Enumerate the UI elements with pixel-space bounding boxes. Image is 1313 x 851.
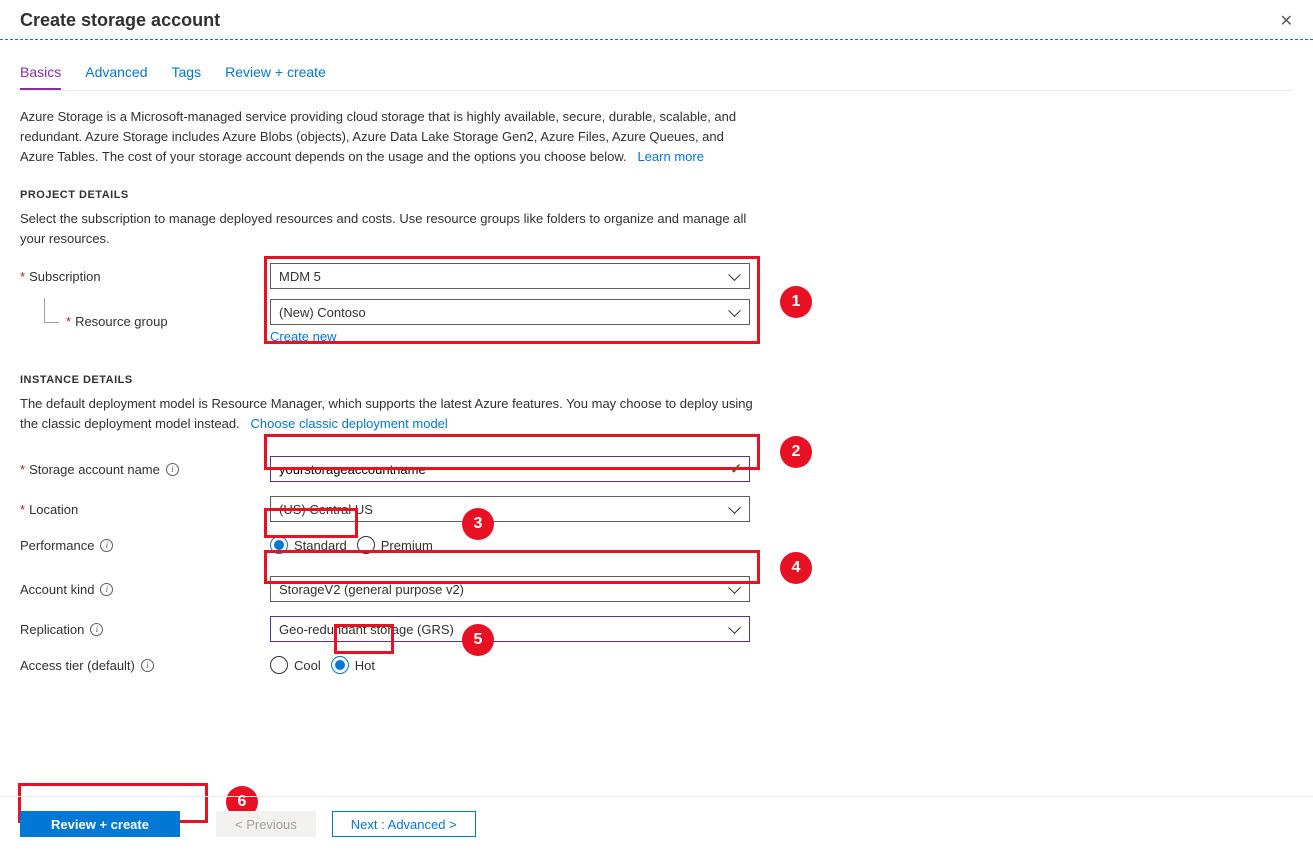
info-icon[interactable]: i (100, 539, 113, 552)
access-tier-label: Access tier (default) i (20, 658, 270, 673)
radio-selected-icon (331, 656, 349, 674)
info-icon[interactable]: i (100, 583, 113, 596)
project-details-desc: Select the subscription to manage deploy… (20, 209, 760, 249)
storage-name-input[interactable] (270, 456, 750, 482)
previous-button: < Previous (216, 811, 316, 837)
performance-label: Performance i (20, 538, 270, 553)
radio-selected-icon (270, 536, 288, 554)
resource-group-select[interactable]: (New) Contoso (270, 299, 750, 325)
tab-review[interactable]: Review + create (225, 64, 326, 90)
tab-advanced[interactable]: Advanced (85, 64, 147, 90)
instance-details-heading: INSTANCE DETAILS (20, 374, 1293, 386)
info-icon[interactable]: i (166, 463, 179, 476)
storage-name-label: *Storage account name i (20, 462, 270, 477)
review-create-button[interactable]: Review + create (20, 811, 180, 837)
account-kind-select[interactable]: StorageV2 (general purpose v2) (270, 576, 750, 602)
footer-bar: Review + create < Previous Next : Advanc… (0, 796, 1313, 851)
access-hot-radio[interactable]: Hot (331, 656, 375, 674)
tab-tags[interactable]: Tags (172, 64, 202, 90)
replication-label: Replication i (20, 622, 270, 637)
info-icon[interactable]: i (90, 623, 103, 636)
access-cool-radio[interactable]: Cool (270, 656, 321, 674)
radio-icon (270, 656, 288, 674)
resource-group-label: *Resource group (20, 314, 270, 329)
performance-standard-radio[interactable]: Standard (270, 536, 347, 554)
page-title: Create storage account (20, 10, 220, 31)
intro-body: Azure Storage is a Microsoft-managed ser… (20, 109, 736, 164)
project-details-heading: PROJECT DETAILS (20, 189, 1293, 201)
tab-basics[interactable]: Basics (20, 64, 61, 90)
instance-details-desc: The default deployment model is Resource… (20, 394, 760, 434)
create-new-link[interactable]: Create new (270, 329, 750, 344)
performance-premium-radio[interactable]: Premium (357, 536, 433, 554)
subscription-label: *Subscription (20, 269, 270, 284)
location-select[interactable]: (US) Central US (270, 496, 750, 522)
replication-select[interactable]: Geo-redundant storage (GRS) (270, 616, 750, 642)
tab-bar: Basics Advanced Tags Review + create (20, 64, 1293, 91)
classic-model-link[interactable]: Choose classic deployment model (251, 416, 448, 431)
divider (0, 39, 1313, 40)
location-label: *Location (20, 502, 270, 517)
check-icon: ✓ (730, 461, 742, 478)
subscription-select[interactable]: MDM 5 (270, 263, 750, 289)
info-icon[interactable]: i (141, 659, 154, 672)
close-icon[interactable]: ✕ (1280, 11, 1293, 31)
intro-text: Azure Storage is a Microsoft-managed ser… (20, 107, 760, 167)
account-kind-label: Account kind i (20, 582, 270, 597)
radio-icon (357, 536, 375, 554)
learn-more-link[interactable]: Learn more (637, 149, 703, 164)
next-button[interactable]: Next : Advanced > (332, 811, 476, 837)
